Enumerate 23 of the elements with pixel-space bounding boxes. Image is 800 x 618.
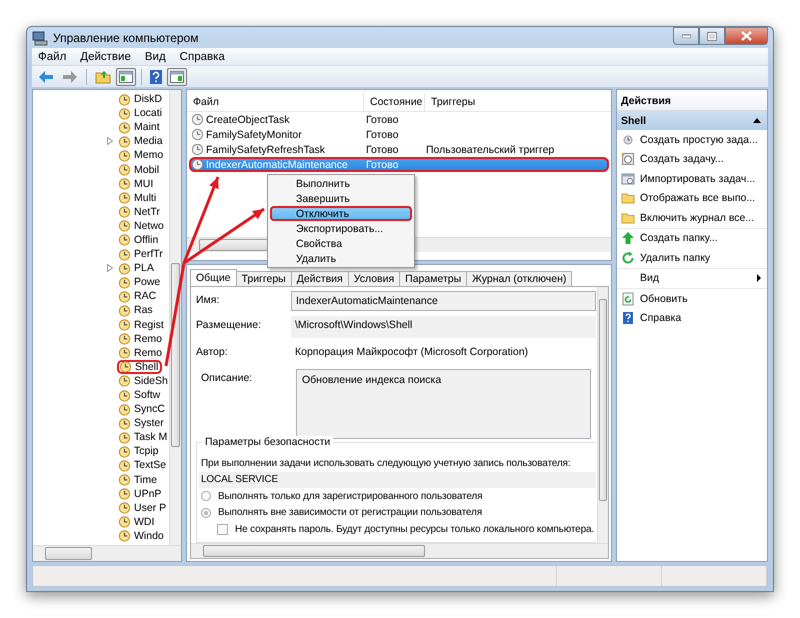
task-status: Готово [366, 144, 400, 156]
task-name: FamilySafetyRefreshTask [206, 144, 326, 156]
radio-label: Выполнять вне зависимости от регистрации пользователя [218, 507, 482, 518]
radio-label: Выполнять только для зарегистрированного пользователя [218, 490, 482, 502]
account-prompt: При выполнении задачи использовать следующую учетную запись пользователя: [200, 456, 572, 471]
location-field: \Microsoft\Windows\Shell [291, 316, 596, 338]
section-title: Shell [621, 114, 646, 126]
task-status: Готово [366, 158, 400, 170]
task-trigger: Пользовательский триггер [426, 144, 554, 156]
window-title: Управление компьютером [53, 30, 200, 44]
task-status: Готово [366, 114, 400, 126]
group-title: Параметры безопасности [202, 436, 334, 448]
field-label: Описание: [201, 371, 254, 384]
task-status: Готово [366, 128, 400, 140]
task-name: IndexerAutomaticMaintenance [206, 158, 348, 170]
account-name: LOCAL SERVICE [199, 472, 596, 488]
field-label: Имя: [196, 293, 220, 306]
task-name: CreateObjectTask [206, 114, 290, 126]
field-label: Размещение: [196, 318, 262, 331]
task-name: FamilySafetyMonitor [206, 128, 302, 140]
field-label: Автор: [196, 345, 229, 358]
checkbox-label: Не сохранять пароль. Будут доступны ресурсы только локального компьютера. [235, 524, 594, 535]
author-text: Корпорация Майкрософт (Microsoft Corporation) [294, 345, 530, 360]
